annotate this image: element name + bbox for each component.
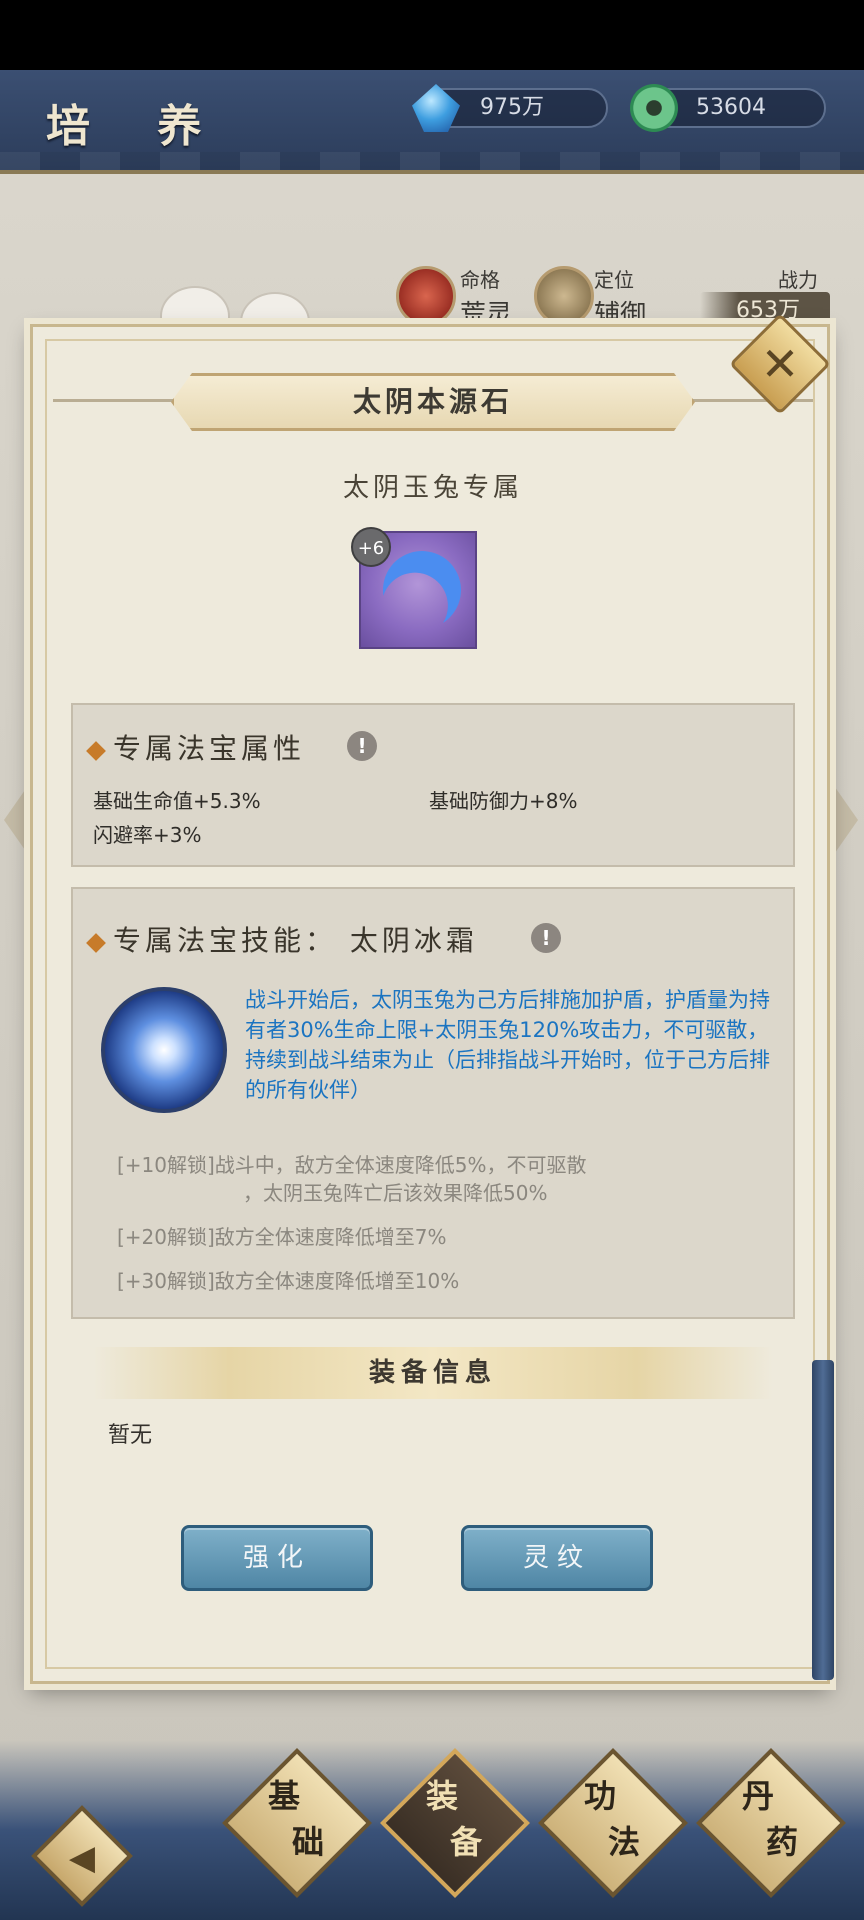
tab-equipment-top: 装 (425, 1777, 458, 1815)
tab-basic-top: 基 (267, 1777, 300, 1815)
jade-currency[interactable]: 53604 (630, 84, 826, 132)
crystal-icon (412, 84, 460, 132)
attributes-heading: 专属法宝属性 (86, 727, 305, 767)
lotus-badge-icon[interactable] (534, 266, 594, 326)
attribute-defense: 基础防御力+8% (429, 789, 578, 813)
tab-pills-bottom: 药 (765, 1823, 798, 1861)
role-label: 定位 (594, 268, 634, 292)
power-label: 战力 (778, 268, 818, 292)
skill-orb-icon (101, 987, 227, 1113)
fire-badge-icon[interactable] (396, 266, 456, 326)
skill-heading: 专属法宝技能： 太阴冰霜 (86, 919, 478, 959)
tab-skills-bottom: 法 (607, 1823, 640, 1861)
fate-label: 命格 (460, 268, 500, 292)
banner-line-left (53, 399, 183, 402)
game-screen: 培 养 975万 53604 命格 荒灵 定位 辅御 战力 653万 太阴本源石… (0, 0, 864, 1920)
unlock-20: [+20解锁]敌方全体速度降低增至7% (117, 1225, 447, 1249)
tab-skills-top: 功 (583, 1777, 616, 1815)
tab-basic-bottom: 础 (291, 1823, 324, 1861)
header-bar: 培 养 975万 53604 (0, 70, 864, 174)
prev-arrow-icon[interactable] (4, 780, 32, 860)
next-arrow-icon[interactable] (830, 780, 858, 860)
scroll-rod-right (812, 1360, 834, 1680)
tab-equipment-bottom: 备 (449, 1823, 482, 1861)
skill-section: 专属法宝技能： 太阴冰霜 ! 战斗开始后，太阴玉兔为己方后排施加护盾，护盾量为持… (71, 887, 795, 1319)
unlock-30: [+30解锁]敌方全体速度降低增至10% (117, 1269, 460, 1293)
item-detail-panel: 太阴本源石 太阴玉兔专属 +6 专属法宝属性 ! 基础生命值+5.3% 基础防御… (30, 324, 830, 1684)
attribute-hp: 基础生命值+5.3% (93, 789, 261, 813)
info-icon[interactable]: ! (531, 923, 561, 953)
attribute-dodge: 闪避率+3% (93, 823, 202, 847)
info-icon[interactable]: ! (347, 731, 377, 761)
diamond-icon (86, 740, 106, 761)
panel-title: 太阴本源石 (352, 385, 513, 418)
page-title: 培 养 (46, 101, 228, 152)
unlock-10: [+10解锁]战斗中，敌方全体速度降低5%，不可驱散 (117, 1153, 587, 1177)
tab-pills-top: 丹 (741, 1777, 774, 1815)
unlock-10-cont: ，太阴玉兔阵亡后该效果降低50% (243, 1181, 548, 1205)
crystal-amount: 975万 (480, 95, 544, 120)
jade-amount: 53604 (696, 95, 766, 120)
equip-empty-text: 暂无 (108, 1423, 153, 1448)
item-level-badge: +6 (351, 527, 391, 567)
attributes-section: 专属法宝属性 ! 基础生命值+5.3% 基础防御力+8% 闪避率+3% (71, 703, 795, 867)
exclusive-subtitle: 太阴玉兔专属 (342, 473, 523, 503)
power-value: 653万 (736, 298, 800, 323)
rune-button[interactable]: 灵纹 (461, 1525, 653, 1591)
crystal-currency[interactable]: 975万 (412, 84, 608, 132)
diamond-icon (86, 932, 106, 953)
skill-description: 战斗开始后，太阴玉兔为己方后排施加护盾，护盾量为持有者30%生命上限+太阴玉兔1… (245, 988, 770, 1102)
equip-heading: 装备信息 (368, 1358, 497, 1388)
close-icon[interactable]: ✕ (744, 328, 816, 400)
enhance-button[interactable]: 强化 (181, 1525, 373, 1591)
status-bar (0, 0, 864, 70)
back-icon[interactable]: ◀ (46, 1822, 118, 1894)
jade-icon (630, 84, 678, 132)
